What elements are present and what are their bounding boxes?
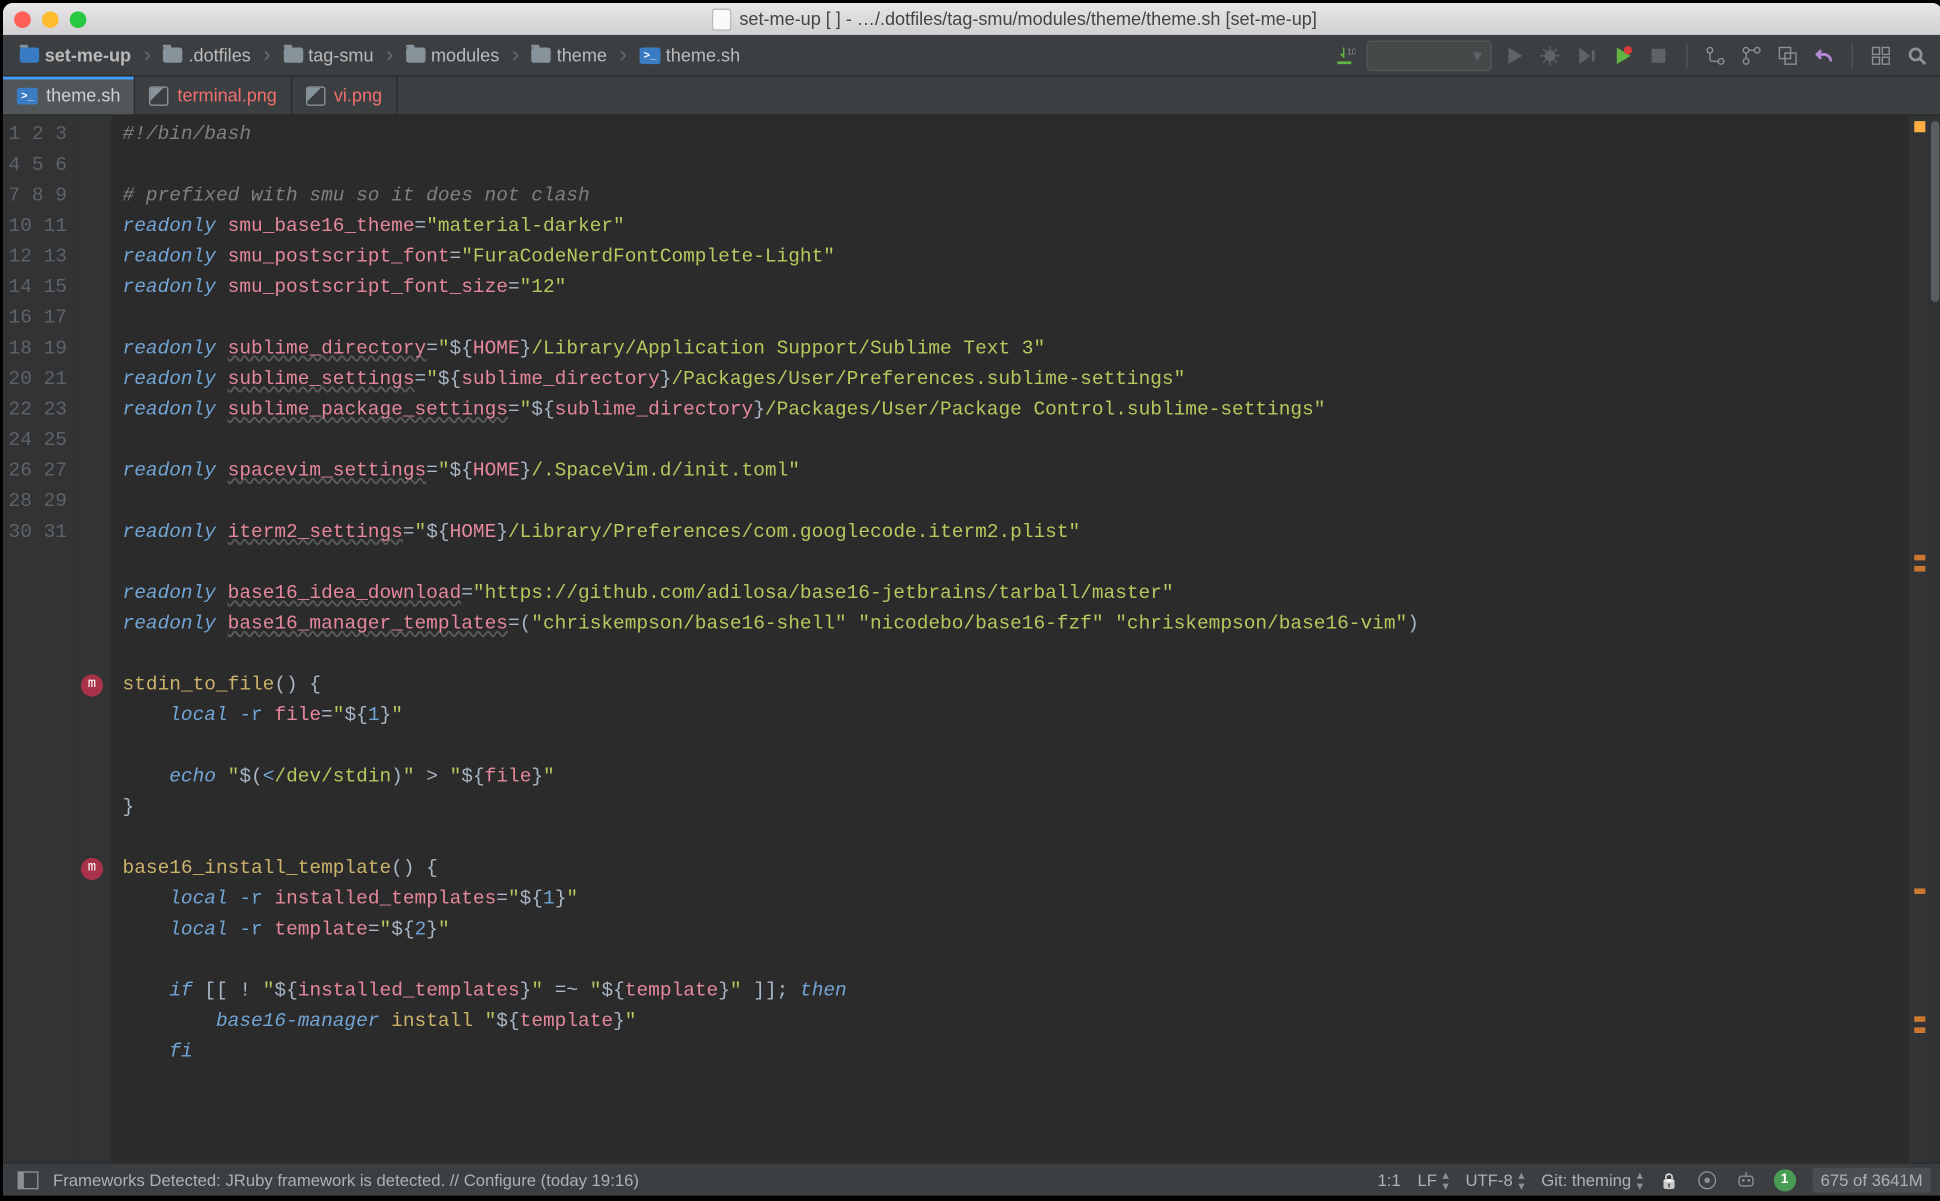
breadcrumbs: set-me-up › .dotfiles › tag-smu › module… [14, 42, 1325, 68]
stop-button[interactable] [1645, 41, 1673, 69]
folder-icon [406, 47, 425, 62]
tool-windows-toggle[interactable] [14, 1166, 42, 1194]
cursor-position[interactable]: 1:1 [1378, 1170, 1401, 1189]
project-icon [20, 47, 39, 62]
titlebar: set-me-up [ ] - …/.dotfiles/tag-smu/modu… [3, 3, 1940, 35]
svg-text:10: 10 [1347, 46, 1355, 56]
close-window-button[interactable] [14, 11, 31, 28]
scrollbar-thumb[interactable] [1931, 121, 1939, 302]
warning-stripe-mark[interactable] [1914, 888, 1925, 894]
chevron-down-icon: ▾ [1473, 44, 1482, 66]
tab-label: terminal.png [177, 85, 276, 106]
chevron-right-icon: › [382, 43, 398, 68]
editor-scrollbar[interactable] [1928, 116, 1940, 1163]
line-separator-selector[interactable]: LF▴▾ [1417, 1169, 1448, 1191]
git-branch-button[interactable] [1738, 41, 1766, 69]
breadcrumb-project[interactable]: set-me-up [14, 42, 136, 68]
folder-icon [532, 47, 551, 62]
separator [1686, 43, 1687, 68]
breadcrumb-label: .dotfiles [188, 45, 250, 66]
chevron-right-icon: › [508, 43, 524, 68]
navigation-bar: set-me-up › .dotfiles › tag-smu › module… [3, 35, 1940, 77]
analysis-status-square[interactable] [1914, 121, 1925, 132]
file-icon [712, 8, 731, 30]
tab-label: vi.png [334, 85, 382, 106]
minimize-window-button[interactable] [42, 11, 59, 28]
hector-widget[interactable] [1734, 1169, 1756, 1191]
window-title-text: set-me-up [ ] - …/.dotfiles/tag-smu/modu… [739, 9, 1316, 30]
debug-button[interactable] [1536, 41, 1564, 69]
traffic-lights [14, 11, 86, 28]
status-message: Frameworks Detected: JRuby framework is … [53, 1170, 639, 1189]
breadcrumb-label: theme.sh [666, 45, 740, 66]
code-area[interactable]: #!/bin/bash # prefixed with smu so it do… [111, 116, 1908, 1163]
gutter-marker[interactable]: m [81, 674, 103, 696]
editor-tabs: >_ theme.sh terminal.png vi.png [3, 77, 1940, 116]
editor-tab-theme-sh[interactable]: >_ theme.sh [3, 77, 136, 115]
breadcrumb-folder[interactable]: modules [400, 42, 504, 68]
sh-file-icon: >_ [639, 47, 660, 64]
gutter-marker[interactable]: m [81, 858, 103, 880]
git-branch-status[interactable]: Git: theming▴▾ [1541, 1169, 1643, 1191]
chevron-right-icon: › [259, 43, 275, 68]
download-icon[interactable]: 10 [1330, 41, 1358, 69]
lock-icon [1660, 1170, 1679, 1189]
line-number-gutter[interactable]: 1 2 3 4 5 6 7 8 9 10 11 12 13 14 15 16 1… [3, 116, 75, 1163]
breadcrumb-label: set-me-up [45, 45, 131, 66]
encoding-selector[interactable]: UTF-8▴▾ [1465, 1169, 1524, 1191]
undo-button[interactable] [1810, 41, 1838, 69]
chevron-right-icon: › [139, 43, 155, 68]
image-file-icon [306, 86, 325, 105]
notifications-widget[interactable]: 1 [1773, 1169, 1795, 1191]
breadcrumb-label: tag-smu [308, 45, 373, 66]
toolbar-right: 10 ▾ [1330, 40, 1930, 71]
search-everywhere-button[interactable] [1903, 41, 1931, 69]
readonly-toggle[interactable] [1660, 1170, 1679, 1189]
image-file-icon [150, 86, 169, 105]
warning-stripe-mark[interactable] [1914, 555, 1925, 561]
ide-settings-button[interactable] [1867, 41, 1895, 69]
warning-stripe-mark[interactable] [1914, 1016, 1925, 1022]
zoom-window-button[interactable] [70, 11, 87, 28]
warning-stripe-mark[interactable] [1914, 1027, 1925, 1033]
notifications-badge: 1 [1773, 1169, 1795, 1191]
warning-stripe-mark[interactable] [1914, 566, 1925, 572]
breadcrumb-folder[interactable]: theme [526, 42, 612, 68]
profile-button[interactable] [1608, 41, 1636, 69]
run-button[interactable] [1500, 41, 1528, 69]
folder-icon [283, 47, 302, 62]
chevron-right-icon: › [615, 43, 631, 68]
separator [1852, 43, 1853, 68]
inspections-widget[interactable] [1695, 1169, 1717, 1191]
window-title: set-me-up [ ] - …/.dotfiles/tag-smu/modu… [98, 8, 1931, 30]
ide-window: set-me-up [ ] - …/.dotfiles/tag-smu/modu… [3, 3, 1940, 1196]
breadcrumb-label: modules [431, 45, 499, 66]
git-pull-button[interactable] [1702, 41, 1730, 69]
run-with-coverage-button[interactable] [1572, 41, 1600, 69]
error-stripe[interactable] [1909, 116, 1928, 1163]
tab-label: theme.sh [46, 85, 120, 106]
gutter-marks: mm [75, 116, 111, 1163]
editor: 1 2 3 4 5 6 7 8 9 10 11 12 13 14 15 16 1… [3, 116, 1940, 1163]
folder-icon [163, 47, 182, 62]
sh-file-icon: >_ [17, 87, 38, 104]
breadcrumb-label: theme [557, 45, 607, 66]
git-diff-button[interactable] [1774, 41, 1802, 69]
editor-tab-terminal-png[interactable]: terminal.png [136, 77, 292, 115]
breadcrumb-file[interactable]: >_ theme.sh [634, 42, 746, 68]
editor-tab-vi-png[interactable]: vi.png [292, 77, 397, 115]
run-configurations-dropdown[interactable]: ▾ [1367, 40, 1492, 71]
breadcrumb-folder[interactable]: tag-smu [278, 42, 379, 68]
memory-indicator[interactable]: 675 of 3641M [1812, 1167, 1931, 1192]
status-bar: Frameworks Detected: JRuby framework is … [3, 1162, 1940, 1195]
breadcrumb-folder[interactable]: .dotfiles [158, 42, 256, 68]
